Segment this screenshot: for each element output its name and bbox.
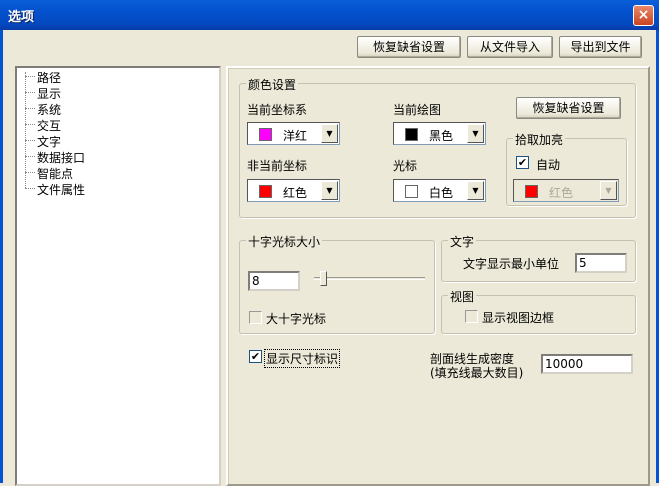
hatch-density-sublabel: (填充线最大数目) [430, 366, 524, 380]
color-restore-default-button[interactable]: 恢复缺省设置 [516, 97, 621, 119]
chevron-down-icon[interactable]: ▼ [467, 181, 484, 200]
color-swatch [405, 185, 418, 198]
current-coord-label: 当前坐标系 [247, 103, 308, 117]
selected-value: 红色 [283, 186, 308, 200]
view-legend: 视图 [448, 288, 477, 305]
color-swatch [259, 128, 272, 141]
crosshair-slider-thumb[interactable] [320, 271, 328, 286]
auto-label: 自动 [536, 158, 561, 172]
tree-item-smart-point[interactable]: 智能点 [24, 165, 73, 182]
current-drawing-color-select[interactable]: 黑色 ▼ [393, 122, 486, 145]
import-from-file-button[interactable]: 从文件导入 [467, 36, 553, 58]
show-dimension-checkbox[interactable]: ✔ [249, 350, 262, 363]
cursor-color-select[interactable]: 白色 ▼ [393, 179, 486, 202]
selected-value: 洋红 [283, 129, 308, 143]
chevron-down-icon[interactable]: ▼ [321, 124, 338, 143]
show-view-frame-label: 显示视图边框 [482, 311, 555, 325]
show-view-frame-checkbox[interactable] [465, 310, 478, 323]
non-current-coord-color-select[interactable]: 红色 ▼ [247, 179, 340, 202]
color-swatch [525, 185, 538, 198]
chevron-down-icon[interactable]: ▼ [600, 181, 617, 200]
color-swatch [259, 185, 272, 198]
big-crosshair-checkbox[interactable] [249, 311, 262, 324]
tree-item-display[interactable]: 显示 [24, 85, 61, 102]
highlight-color-select[interactable]: 红色 ▼ [513, 179, 619, 202]
selected-value: 红色 [549, 186, 574, 200]
show-dimension-label: 显示尺寸标识 [264, 349, 341, 368]
tree-item-data-interface[interactable]: 数据接口 [24, 149, 85, 166]
auto-highlight-checkbox[interactable]: ✔ [516, 156, 529, 169]
window-title: 选项 [8, 10, 35, 25]
tree-item-system[interactable]: 系统 [24, 101, 61, 118]
export-to-file-button[interactable]: 导出到文件 [559, 36, 642, 58]
close-button[interactable]: × [633, 5, 654, 26]
big-crosshair-label: 大十字光标 [266, 312, 327, 326]
tree-item-file-properties[interactable]: 文件属性 [24, 181, 85, 198]
tree-item-path[interactable]: 路径 [24, 69, 61, 86]
color-swatch [405, 128, 418, 141]
text-min-unit-input[interactable]: 5 [575, 253, 627, 273]
pick-highlight-legend: 拾取加亮 [513, 131, 566, 148]
selected-value: 白色 [429, 186, 454, 200]
crosshair-size-input[interactable]: 8 [248, 271, 300, 291]
text-legend: 文字 [448, 233, 477, 250]
tree-item-text[interactable]: 文字 [24, 133, 61, 150]
color-settings-legend: 颜色设置 [246, 76, 299, 93]
chevron-down-icon[interactable]: ▼ [321, 181, 338, 200]
selected-value: 黑色 [429, 129, 454, 143]
chevron-down-icon[interactable]: ▼ [467, 124, 484, 143]
crosshair-size-legend: 十字光标大小 [246, 233, 323, 250]
crosshair-slider-track[interactable] [314, 277, 425, 280]
current-coord-color-select[interactable]: 洋红 ▼ [247, 122, 340, 145]
tree-line [25, 72, 26, 188]
restore-default-button[interactable]: 恢复缺省设置 [357, 36, 461, 58]
cursor-label: 光标 [393, 159, 418, 173]
non-current-coord-label: 非当前坐标 [247, 159, 308, 173]
title-bar [0, 0, 659, 30]
hatch-density-input[interactable]: 10000 [541, 354, 633, 374]
tree-item-interaction[interactable]: 交互 [24, 117, 61, 134]
options-tree: 路径 显示 系统 交互 文字 数据接口 智能点 文件属性 [15, 66, 221, 486]
current-drawing-label: 当前绘图 [393, 103, 442, 117]
text-min-unit-label: 文字显示最小单位 [463, 257, 560, 271]
